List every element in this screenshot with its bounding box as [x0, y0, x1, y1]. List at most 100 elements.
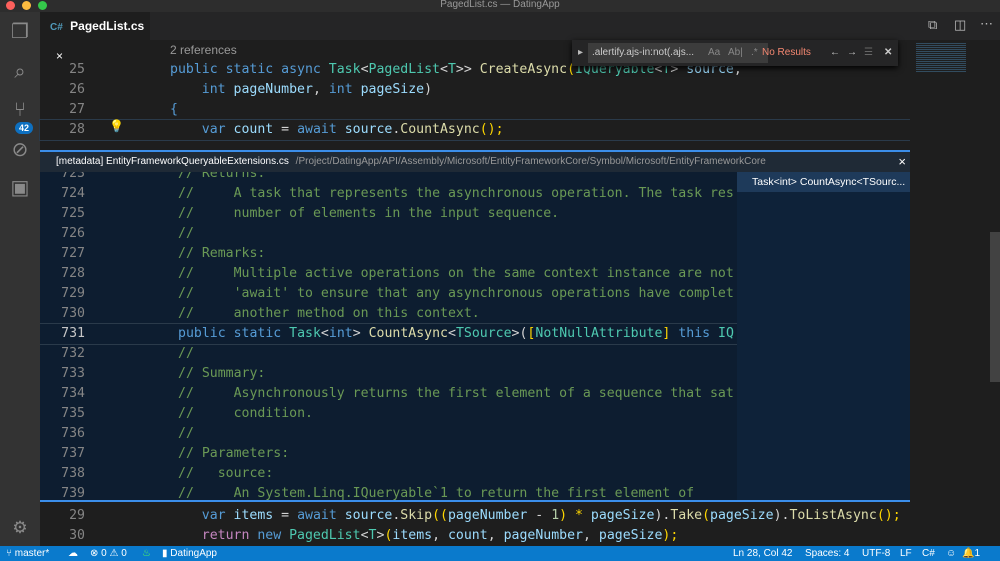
code-line[interactable]: 27 {: [40, 100, 910, 120]
code-token: // A task that represents the asynchrono…: [178, 186, 734, 201]
code-line[interactable]: 737 // Parameters:: [40, 444, 737, 464]
editor-bottom[interactable]: 29 var items = await source.Skip((pageNu…: [40, 506, 910, 546]
code-line[interactable]: 727 // Remarks:: [40, 244, 737, 264]
code-line[interactable]: 732 //: [40, 344, 737, 364]
search-icon[interactable]: ⌕: [8, 60, 32, 84]
regex-toggle[interactable]: .*: [751, 43, 758, 63]
code-line[interactable]: 735 // condition.: [40, 404, 737, 424]
extensions-icon[interactable]: ▣: [8, 176, 32, 200]
code-line[interactable]: 730 // another method on this context.: [40, 304, 737, 324]
code-line[interactable]: 733 // Summary:: [40, 364, 737, 384]
error-count: 0: [101, 548, 107, 559]
code-line[interactable]: 723 // Returns:: [40, 172, 737, 184]
notifications-indicator[interactable]: 🔔1: [962, 546, 980, 561]
code-token: PagedList: [368, 62, 440, 77]
close-find-icon[interactable]: ✕: [884, 40, 892, 66]
code-token: //: [178, 346, 194, 361]
whole-word-toggle[interactable]: Ab|: [728, 43, 743, 63]
find-in-selection-icon[interactable]: ☰: [864, 40, 873, 66]
code-token: <: [448, 326, 456, 341]
problems-indicator[interactable]: ⊗ 0 ⚠ 0: [90, 546, 127, 561]
line-number: 28: [69, 122, 85, 137]
maximize-window-button[interactable]: [38, 1, 47, 10]
split-editor-icon[interactable]: ◫: [954, 17, 966, 33]
code-token: items: [392, 528, 433, 543]
scrollbar-thumb[interactable]: [990, 232, 1000, 382]
codelens-references[interactable]: 2 references: [170, 43, 237, 57]
code-text: // condition.: [178, 404, 313, 424]
project-name: DatingApp: [170, 548, 217, 559]
code-token: =: [273, 122, 298, 137]
minimap[interactable]: [910, 40, 990, 546]
code-token: );: [662, 528, 679, 543]
previous-match-icon[interactable]: ←: [830, 40, 840, 66]
line-number: 727: [61, 246, 85, 261]
line-number: 29: [69, 508, 85, 523]
close-window-button[interactable]: [6, 1, 15, 10]
cursor-position[interactable]: Ln 28, Col 42: [733, 546, 793, 561]
tab-bar: C# PagedList.cs × ⧉ ◫ ⋯: [40, 12, 1000, 63]
indentation[interactable]: Spaces: 4: [805, 546, 849, 561]
code-token: >(: [511, 326, 528, 341]
find-input[interactable]: .alertify.ajs-in:not(.ajs... Aa Ab| .*: [588, 43, 768, 63]
close-peek-icon[interactable]: ×: [898, 152, 906, 172]
code-token: // Summary:: [178, 366, 266, 381]
gear-icon[interactable]: ⚙: [8, 516, 32, 540]
code-line[interactable]: 724 // A task that represents the asynchr…: [40, 184, 737, 204]
code-line[interactable]: 26 int pageNumber, int pageSize): [40, 80, 910, 100]
status-bar: ⑂ master* ☁ ⊗ 0 ⚠ 0 ♨ ▮ DatingApp Ln 28,…: [0, 546, 1000, 561]
end-of-line[interactable]: LF: [900, 546, 912, 561]
open-preview-icon[interactable]: ⧉: [928, 17, 937, 33]
code-line[interactable]: 738 // source:: [40, 464, 737, 484]
match-case-toggle[interactable]: Aa: [708, 43, 720, 63]
code-token: this: [678, 326, 719, 341]
debug-icon[interactable]: ⊘: [8, 138, 32, 162]
code-line[interactable]: 29 var items = await source.Skip((pageNu…: [40, 506, 910, 526]
code-token: {: [170, 102, 178, 117]
encoding[interactable]: UTF-8: [862, 546, 890, 561]
code-text: // An System.Linq.IQueryable`1 to return…: [178, 484, 694, 500]
peek-reference-item[interactable]: Task<int> CountAsync<TSourc...: [737, 172, 910, 192]
code-line[interactable]: 739 // An System.Linq.IQueryable`1 to ret…: [40, 484, 737, 500]
code-line[interactable]: 729 // 'await' to ensure that any asynchr…: [40, 284, 737, 304]
smiley-icon[interactable]: ☺: [946, 546, 956, 561]
more-actions-icon[interactable]: ⋯: [980, 16, 993, 32]
code-line[interactable]: 734 // Asynchronously returns the first e…: [40, 384, 737, 404]
line-number: 723: [61, 172, 85, 181]
project-indicator[interactable]: ▮ DatingApp: [162, 546, 217, 561]
code-token: pageSize: [590, 508, 655, 523]
tab-pagedlist[interactable]: C# PagedList.cs ×: [40, 12, 150, 63]
code-token: ,: [487, 528, 504, 543]
code-line[interactable]: 736 //: [40, 424, 737, 444]
peek-editor[interactable]: 723 // Returns: 724 // A task that represen…: [40, 172, 737, 500]
source-control-icon[interactable]: ⑂: [8, 98, 32, 122]
code-line[interactable]: 30 return new PagedList<T>(items, count,…: [40, 526, 910, 546]
files-icon[interactable]: ❐: [8, 20, 32, 44]
code-line[interactable]: 728 // Multiple active operations on the …: [40, 264, 737, 284]
branch-name: master*: [14, 548, 50, 559]
language-mode[interactable]: C#: [922, 546, 935, 561]
minimize-window-button[interactable]: [22, 1, 31, 10]
line-number: 731: [61, 326, 85, 341]
code-token: ToListAsync: [789, 508, 877, 523]
code-token: Task: [289, 326, 321, 341]
next-match-icon[interactable]: →: [847, 40, 857, 66]
lightbulb-icon[interactable]: 💡: [109, 119, 124, 133]
editor-top[interactable]: 25 public static async Task<PagedList<T>>…: [39, 60, 911, 141]
code-token: Take: [670, 508, 703, 523]
code-line[interactable]: 725 // number of elements in the input se…: [40, 204, 737, 224]
code-line[interactable]: 28 var count = await source.CountAsync()…: [39, 119, 911, 141]
code-text: // Remarks:: [178, 244, 265, 264]
branch-indicator[interactable]: ⑂ master*: [6, 546, 49, 561]
code-line[interactable]: 731 public static Task<int> CountAsync<TS…: [40, 323, 737, 345]
code-token: pageNumber: [233, 82, 313, 97]
omnisharp-flame-icon[interactable]: ♨: [142, 546, 151, 561]
peek-file: [metadata] EntityFrameworkQueryableExten…: [56, 156, 289, 167]
code-text: // Parameters:: [178, 444, 289, 464]
code-line[interactable]: 726 //: [40, 224, 737, 244]
cloud-sync-icon[interactable]: ☁: [68, 546, 78, 561]
code-token: items: [233, 508, 274, 523]
code-token: <: [320, 326, 329, 341]
toggle-replace-icon[interactable]: ▸: [578, 40, 583, 66]
